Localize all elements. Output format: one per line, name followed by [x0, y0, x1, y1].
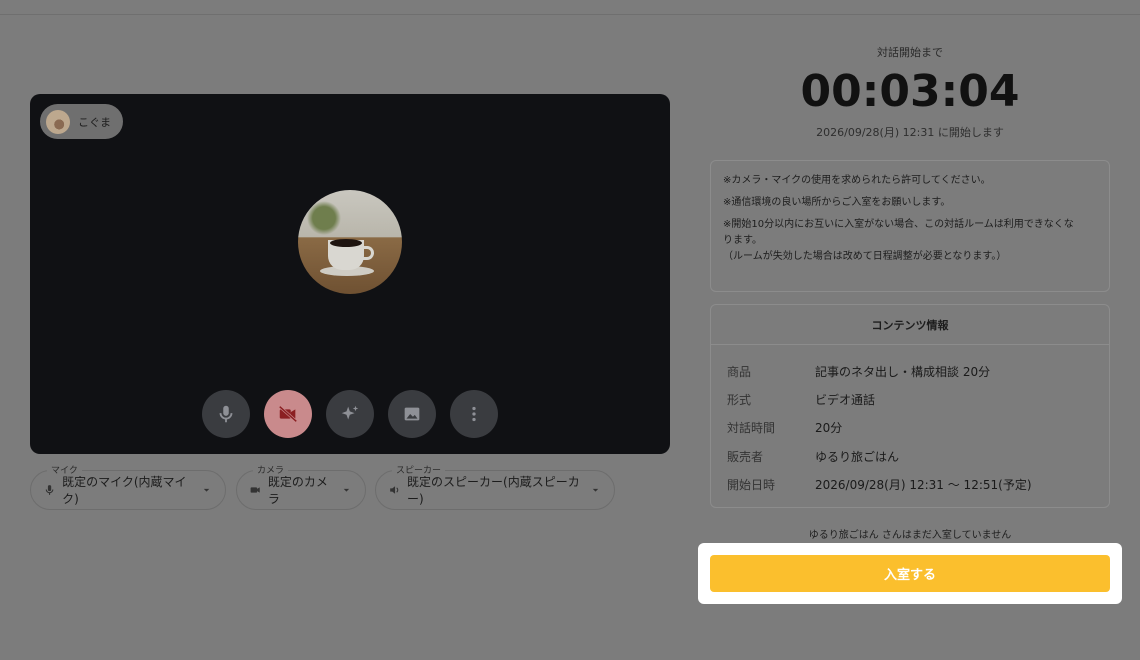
info-row: 商品 記事のネタ出し・構成相談 20分 — [727, 365, 991, 379]
content-info-panel: コンテンツ情報 商品 記事のネタ出し・構成相談 20分 形式 ビデオ通話 対話時間 2… — [710, 304, 1110, 508]
camera-icon — [250, 487, 260, 493]
speaker-select[interactable]: スピーカー 既定のスピーカー(内蔵スピーカー) — [375, 463, 615, 510]
enter-button-highlight: 入室する — [698, 543, 1122, 604]
content-info-title: コンテンツ情報 — [711, 305, 1109, 345]
speaker-select-label: スピーカー — [392, 463, 446, 476]
enter-room-button[interactable]: 入室する — [710, 555, 1110, 592]
top-divider — [0, 14, 1140, 15]
mic-select[interactable]: マイク 既定のマイク(内蔵マイク) — [30, 463, 226, 510]
speaker-icon — [390, 486, 399, 494]
call-controls — [202, 390, 498, 438]
speaker-select-value: 既定のスピーカー(内蔵スピーカー) — [407, 475, 580, 506]
countdown-timer: 00:03:04 — [800, 66, 1020, 117]
host-status: ゆるり旅ごはん さんはまだ入室していません — [808, 530, 1012, 541]
mic-icon — [219, 405, 233, 423]
notice-line: ※通信環境の良い場所からご入室をお願いします。 — [723, 197, 951, 208]
video-preview: こぐま — [30, 94, 670, 454]
camera-off-icon — [278, 405, 298, 423]
chevron-down-icon — [592, 488, 599, 492]
info-row: 対話時間 20分 — [727, 421, 843, 435]
image-background-icon — [404, 407, 420, 421]
participant-avatar-small — [46, 109, 70, 134]
camera-select-value: 既定のカメラ — [267, 475, 328, 506]
notice-line: ※開始10分以内にお互いに入室がない場合、この対話ルームは利用できなくな ります。 — [723, 219, 1074, 246]
sparkle-effects-icon — [341, 405, 359, 420]
mic-toggle-button[interactable] — [202, 390, 250, 438]
notice-line: （ルームが失効した場合は改めて日程調整が必要となります。） — [723, 251, 1007, 262]
participant-chip: こぐま — [40, 104, 123, 139]
mic-select-value: 既定のマイク(内蔵マイク) — [62, 475, 187, 506]
info-row: 販売者 ゆるり旅ごはん — [727, 450, 900, 464]
background-button[interactable] — [388, 390, 436, 438]
info-row: 形式 ビデオ通話 — [727, 393, 876, 407]
notice-line: ※カメラ・マイクの使用を求められたら許可してください。 — [723, 175, 991, 186]
camera-select[interactable]: カメラ 既定のカメラ — [236, 463, 366, 510]
chevron-down-icon — [343, 488, 350, 492]
camera-toggle-button[interactable] — [264, 390, 312, 438]
more-options-button[interactable] — [450, 390, 498, 438]
notice-box: ※カメラ・マイクの使用を求められたら許可してください。 ※通信環境の良い場所から… — [710, 160, 1110, 292]
mic-select-label: マイク — [47, 463, 82, 476]
mic-icon — [45, 485, 54, 495]
info-row: 開始日時 2026/09/28(月) 12:31 〜 12:51(予定) — [727, 478, 1032, 492]
camera-select-label: カメラ — [253, 463, 289, 476]
effects-button[interactable] — [326, 390, 374, 438]
start-time-note: 2026/09/28(月) 12:31 に開始します — [816, 126, 1004, 139]
countdown-label: 対話開始まで — [877, 46, 943, 59]
participant-avatar — [298, 190, 402, 294]
chevron-down-icon — [203, 488, 210, 492]
more-vertical-icon — [472, 406, 476, 422]
participant-name: こぐま — [78, 115, 111, 129]
